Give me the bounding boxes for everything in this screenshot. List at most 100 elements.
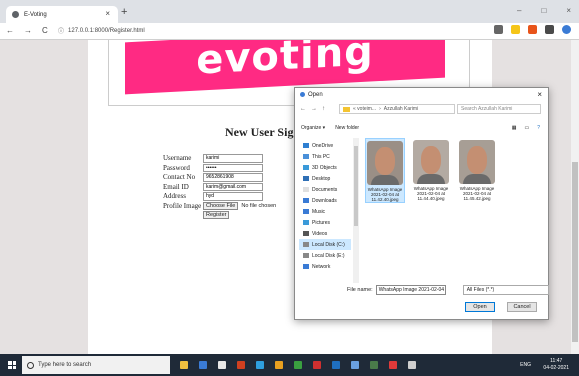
drive-icon	[303, 253, 309, 258]
preview-pane-icon[interactable]: ▭	[524, 125, 529, 131]
star-icon[interactable]	[511, 25, 520, 34]
taskbar-app-icon[interactable]	[408, 361, 416, 369]
reload-button[interactable]: C	[42, 26, 48, 35]
choose-file-button[interactable]: Choose File	[203, 201, 239, 210]
page-scrollbar[interactable]	[571, 40, 579, 354]
image-thumbnail	[459, 140, 495, 184]
maximize-button[interactable]: □	[541, 6, 546, 15]
profile-avatar[interactable]	[562, 25, 571, 34]
new-tab-button[interactable]: +	[121, 6, 127, 18]
taskbar-app-icon[interactable]	[256, 361, 264, 369]
drive-icon	[303, 176, 309, 181]
forward-button[interactable]: →	[24, 26, 32, 35]
taskbar-app-icon[interactable]	[351, 361, 359, 369]
sidebar-item[interactable]: Network	[299, 261, 351, 272]
taskbar-search-text: Type here to search	[38, 362, 92, 368]
help-icon[interactable]: ?	[537, 125, 540, 131]
sidebar-item[interactable]: Downloads	[299, 195, 351, 206]
tab-title: E-Voting	[24, 11, 47, 18]
system-tray: ENG	[520, 362, 531, 368]
tray-language[interactable]: ENG	[520, 362, 531, 368]
clock[interactable]: 11:47 04-02-2021	[543, 358, 569, 372]
taskbar-app-icon[interactable]	[313, 361, 321, 369]
cancel-button[interactable]: Cancel	[507, 302, 537, 312]
globe-icon	[12, 11, 19, 18]
close-window-button[interactable]: ×	[566, 6, 571, 15]
sidebar-scroll-thumb[interactable]	[354, 146, 358, 226]
email-input[interactable]	[203, 182, 263, 191]
dialog-search-input[interactable]: Search Azzullah Karimi	[457, 104, 541, 114]
taskbar-app-icon[interactable]	[294, 361, 302, 369]
contact-input[interactable]	[203, 173, 263, 182]
taskbar-app-icon[interactable]	[370, 361, 378, 369]
taskbar-app-icon[interactable]	[389, 361, 397, 369]
file-tile[interactable]: WhatsApp Image 2021-02-04 at 11.42.40.jp…	[365, 138, 405, 203]
file-tile[interactable]: WhatsApp Image 2021-02-04 at 11.45.42.jp…	[457, 138, 497, 203]
url-field[interactable]: ⓘ 127.0.0.1:8000/Register.html	[58, 26, 145, 36]
scrollbar-thumb[interactable]	[572, 162, 578, 342]
sidebar-scrollbar[interactable]	[353, 138, 359, 283]
sidebar-item[interactable]: Desktop	[299, 173, 351, 184]
window-controls: – □ ×	[517, 6, 571, 15]
sidebar-item[interactable]: Local Disk (C:)	[299, 239, 351, 250]
sidebar-item[interactable]: Local Disk (E:)	[299, 250, 351, 261]
new-folder-button[interactable]: New folder	[335, 125, 359, 131]
folder-icon	[343, 106, 350, 112]
sidebar-item-label: 3D Objects	[312, 164, 337, 171]
dialog-close-button[interactable]: ×	[537, 90, 542, 99]
sidebar-item[interactable]: 3D Objects	[299, 162, 351, 173]
view-icon[interactable]: ▦	[512, 125, 517, 131]
organize-menu[interactable]: Organize ▾	[301, 125, 325, 131]
browser-tab[interactable]: E-Voting ×	[6, 6, 118, 23]
username-input[interactable]	[203, 154, 263, 163]
drive-icon	[303, 165, 309, 170]
image-thumbnail	[413, 140, 449, 184]
browser-tab-bar: E-Voting × + – □ ×	[0, 0, 579, 23]
up-arrow-icon[interactable]: ↑	[322, 106, 325, 112]
puzzle-icon[interactable]	[545, 25, 554, 34]
image-thumbnail	[367, 141, 403, 185]
taskbar-app-icon[interactable]	[199, 361, 207, 369]
register-button[interactable]: Register	[203, 211, 230, 219]
windows-start-icon[interactable]	[8, 361, 16, 369]
breadcrumb-current[interactable]: Azzullah Karimi	[384, 106, 418, 112]
breadcrumb[interactable]: « voteim... › Azzullah Karimi	[339, 104, 455, 114]
clock-date: 04-02-2021	[543, 365, 569, 371]
taskbar-app-icon[interactable]	[332, 361, 340, 369]
address-input[interactable]	[203, 192, 263, 201]
taskbar-search[interactable]: Type here to search	[22, 356, 170, 374]
key-icon[interactable]	[494, 25, 503, 34]
filename-input[interactable]: WhatsApp Image 2021-02-04 at 11	[375, 285, 446, 295]
file-type-select[interactable]: All Files (*.*)	[462, 285, 549, 295]
sidebar-item-label: Pictures	[312, 219, 331, 226]
open-button[interactable]: Open	[465, 302, 495, 312]
sidebar-item[interactable]: Music	[299, 206, 351, 217]
back-arrow-icon[interactable]: ←	[300, 106, 306, 112]
sidebar-item-label: OneDrive	[312, 142, 334, 149]
extensions	[494, 25, 571, 34]
drive-icon	[303, 209, 309, 214]
taskbar-app-icon[interactable]	[180, 361, 188, 369]
sidebar-item[interactable]: Pictures	[299, 217, 351, 228]
dialog-sidebar: OneDrive This PC 3D Objects Desktop Document…	[299, 140, 351, 284]
sidebar-item[interactable]: Documents	[299, 184, 351, 195]
taskbar-app-icon[interactable]	[218, 361, 226, 369]
sidebar-item[interactable]: This PC	[299, 151, 351, 162]
sidebar-item[interactable]: OneDrive	[299, 140, 351, 151]
sidebar-item-label: Music	[312, 208, 326, 215]
cortana-icon	[27, 361, 34, 369]
minimize-button[interactable]: –	[517, 6, 521, 15]
file-tile[interactable]: WhatsApp Image 2021-02-04 at 11.44.40.jp…	[411, 138, 451, 203]
taskbar-app-icon[interactable]	[275, 361, 283, 369]
close-tab-icon[interactable]: ×	[105, 9, 110, 18]
extension-icon[interactable]	[528, 25, 537, 34]
breadcrumb-parent[interactable]: « voteim...	[353, 106, 376, 112]
forward-arrow-icon[interactable]: →	[311, 106, 317, 112]
password-input[interactable]	[203, 163, 263, 172]
taskbar-app-icon[interactable]	[237, 361, 245, 369]
drive-icon	[303, 242, 309, 247]
back-button[interactable]: ←	[6, 26, 14, 35]
contact-label: Contact No	[163, 173, 196, 181]
filename-label: File name:	[347, 287, 373, 293]
sidebar-item[interactable]: Videos	[299, 228, 351, 239]
